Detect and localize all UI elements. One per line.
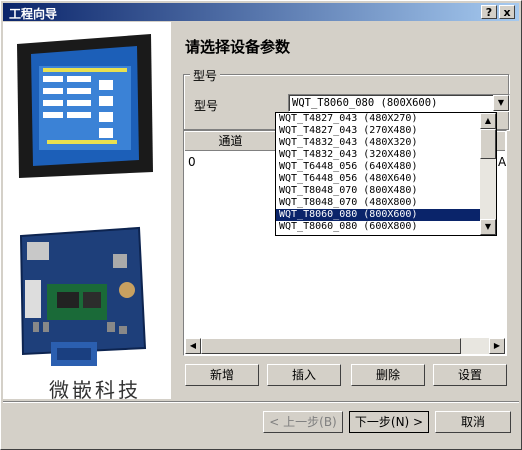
dropdown-option[interactable]: WQT_T8060_080 (800X600) — [276, 209, 496, 221]
dropdown-option[interactable]: WQT_T6448_056 (480X640) — [276, 173, 496, 185]
scroll-left-button[interactable]: ◀ — [185, 338, 201, 354]
scroll-down-button[interactable]: ▼ — [480, 219, 496, 235]
grid-cell-truncated: A — [498, 155, 507, 169]
help-button[interactable]: ? — [481, 5, 497, 19]
next-button[interactable]: 下一步(N) > — [349, 411, 429, 433]
pcb-board-image — [19, 226, 147, 366]
scroll-thumb[interactable] — [201, 338, 461, 354]
scroll-right-button[interactable]: ▶ — [489, 338, 505, 354]
grid-horizontal-scrollbar[interactable]: ◀ ▶ — [185, 338, 505, 354]
chevron-down-icon: ▼ — [497, 98, 505, 107]
model-label: 型号 — [194, 99, 219, 113]
footer-separator — [3, 401, 519, 403]
scroll-up-button[interactable]: ▲ — [480, 113, 496, 129]
model-combobox[interactable]: WQT_T8060_080 (800X600) ▼ — [288, 94, 510, 112]
column-header-channel[interactable]: 通道 — [185, 132, 277, 150]
prev-button[interactable]: < 上一步(B) — [263, 411, 343, 433]
combobox-dropdown-button[interactable]: ▼ — [493, 95, 509, 111]
brand-logo-text: 微嵌科技 — [49, 378, 141, 402]
dropdown-option[interactable]: WQT_T4832_043 (320X480) — [276, 149, 496, 161]
wizard-side-image: 微嵌科技 — [3, 22, 171, 402]
model-combobox-value: WQT_T8060_080 (800X600) — [292, 97, 438, 109]
dropdown-option[interactable]: WQT_T4827_043 (270X480) — [276, 125, 496, 137]
wizard-content: 请选择设备参数 型号 型号 WQT_T8060_080 (800X600) ▼ … — [171, 22, 519, 399]
arrow-right-icon: ▶ — [493, 341, 501, 350]
arrow-down-icon: ▼ — [484, 222, 492, 231]
device-illustration — [17, 34, 153, 366]
dropdown-option[interactable]: WQT_T4827_043 (480X270) — [276, 113, 496, 125]
dropdown-option[interactable]: WQT_T6448_056 (640X480) — [276, 161, 496, 173]
grid-cell-channel[interactable]: 0 — [188, 155, 196, 169]
cancel-button[interactable]: 取消 — [435, 411, 511, 433]
settings-button[interactable]: 设置 — [433, 364, 507, 386]
hmi-device-image — [17, 34, 153, 178]
insert-button[interactable]: 插入 — [267, 364, 341, 386]
model-group-legend: 型号 — [190, 67, 221, 84]
title-bar[interactable]: 工程向导 ? x — [3, 3, 519, 21]
wizard-window: 工程向导 ? x 微嵌科技 请选择设备参数 型号 型号 WQT_T8060_08… — [0, 0, 522, 450]
dropdown-option[interactable]: WQT_T8048_070 (480X800) — [276, 197, 496, 209]
dropdown-vertical-scrollbar[interactable]: ▲ ▼ — [480, 113, 496, 235]
dropdown-option[interactable]: WQT_T4832_043 (480X320) — [276, 137, 496, 149]
dropdown-scroll-thumb[interactable] — [480, 129, 496, 159]
model-dropdown-list[interactable]: WQT_T4827_043 (480X270) WQT_T4827_043 (27… — [275, 112, 497, 236]
arrow-up-icon: ▲ — [484, 116, 492, 125]
dropdown-items: WQT_T4827_043 (480X270) WQT_T4827_043 (27… — [276, 113, 496, 233]
window-title: 工程向导 — [9, 7, 58, 21]
arrow-left-icon: ◀ — [189, 341, 197, 350]
delete-button[interactable]: 删除 — [351, 364, 425, 386]
dropdown-option[interactable]: WQT_T8060_080 (600X800) — [276, 221, 496, 233]
close-button[interactable]: x — [499, 5, 515, 19]
add-button[interactable]: 新增 — [185, 364, 259, 386]
dropdown-option[interactable]: WQT_T8048_070 (800X480) — [276, 185, 496, 197]
page-heading: 请选择设备参数 — [185, 38, 291, 56]
